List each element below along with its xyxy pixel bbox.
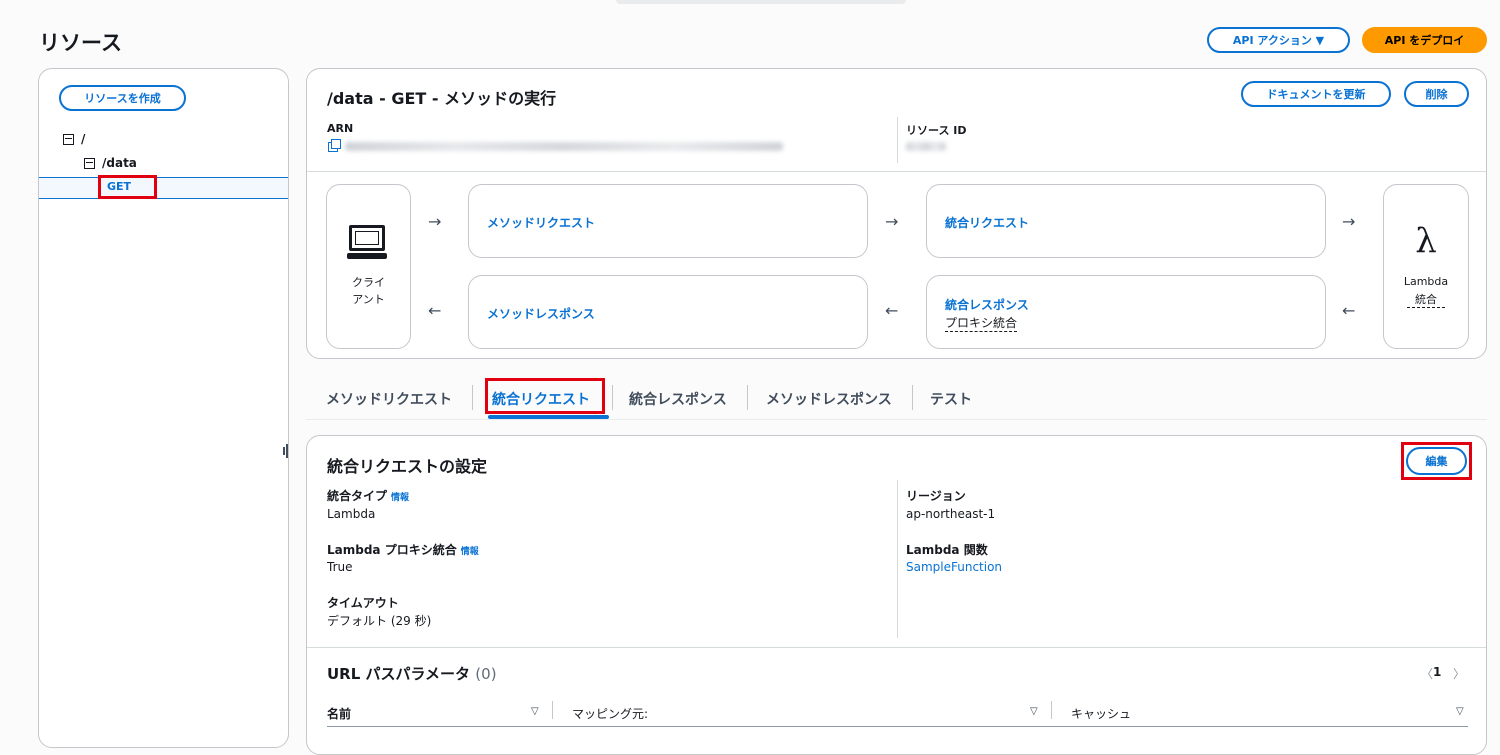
arn-label: ARN [327,122,354,135]
path-params-count: (0) [475,665,497,683]
column-header-cache[interactable]: キャッシュ [1071,705,1131,722]
tab-test[interactable]: テスト [930,389,972,409]
tab-separator [912,385,913,410]
column-header-name[interactable]: 名前 [327,705,351,722]
method-execution-card: /data - GET - メソッドの実行 ドキュメントを更新 削除 ARN リ… [306,68,1487,359]
path-params-title: URL パスパラメータ (0) [327,665,497,683]
table-header-line [327,726,1468,727]
tab-method-response[interactable]: メソッドレスポンス [766,389,892,409]
lambda-box: λ Lambda 統合 [1383,184,1469,349]
integration-settings-card: 統合リクエストの設定 編集 統合タイプ 情報 Lambda Lambda プロキシ… [306,435,1487,755]
arn-value-redacted [345,142,783,151]
tab-separator [612,385,613,410]
pagination-next-icon[interactable]: 〉 [1453,665,1465,682]
tree-item-label: / [81,132,86,146]
divider [307,647,1486,648]
lambda-proxy-value: True [327,560,353,574]
method-response-box: メソッドレスポンス [468,275,868,349]
delete-button[interactable]: 削除 [1404,81,1469,107]
tree-item-get-label[interactable]: GET [98,175,157,199]
sort-icon[interactable]: ▽ [1456,706,1464,717]
method-request-link[interactable]: メソッドリクエスト [487,214,595,231]
collapse-icon[interactable] [63,133,74,145]
arrow-left-icon: ← [1342,301,1356,320]
divider [897,117,898,163]
info-link[interactable]: 情報 [391,493,409,503]
method-title: /data - GET - メソッドの実行 [327,89,557,108]
page-title: リソース [39,31,122,55]
create-resource-button[interactable]: リソースを作成 [59,85,186,111]
lambda-integration-label: 統合 [1407,291,1445,308]
tab-method-request[interactable]: メソッドリクエスト [326,389,452,409]
timeout-value: デフォルト (29 秒) [327,614,432,628]
integration-response-link[interactable]: 統合レスポンス [945,296,1029,313]
divider [897,480,898,638]
integration-request-link[interactable]: 統合リクエスト [945,214,1029,231]
tab-integration-response[interactable]: 統合レスポンス [629,389,727,409]
tree-item-data[interactable]: /data [84,156,137,170]
top-strip [616,0,906,4]
settings-title: 統合リクエストの設定 [327,457,488,476]
integration-request-box: 統合リクエスト [926,184,1326,258]
resource-tree-panel: リソースを作成 / /data GET [38,68,289,748]
method-request-box: メソッドリクエスト [468,184,868,258]
lambda-icon: λ [1415,221,1437,261]
lambda-function-link[interactable]: SampleFunction [906,560,1002,574]
client-box: クライ アント [326,184,411,349]
column-header-mapping[interactable]: マッピング元: [572,705,648,722]
tree-item-label: /data [102,156,137,170]
client-label: クライ [352,276,385,289]
integration-type-value: Lambda [327,507,376,521]
tree-item-get[interactable]: GET [39,175,288,199]
resource-id-redacted [906,142,946,151]
integration-response-box: 統合レスポンス プロキシ統合 [926,275,1326,349]
arrow-right-icon: → [885,212,899,231]
region-label: リージョン [906,489,966,503]
lambda-label: Lambda [1403,275,1449,288]
column-divider [1051,701,1052,719]
pagination-page[interactable]: 1 [1433,665,1441,679]
arrow-right-icon: → [1342,212,1356,231]
column-divider [552,701,553,719]
resource-id-label: リソース ID [906,124,967,137]
info-link[interactable]: 情報 [461,547,479,557]
lambda-proxy-label: Lambda プロキシ統合 情報 [327,543,479,557]
edit-button[interactable]: 編集 [1406,447,1467,475]
lambda-function-label: Lambda 関数 [906,543,988,557]
arrow-left-icon: ← [885,301,899,320]
timeout-label: タイムアウト [327,596,399,610]
region-value: ap-northeast-1 [906,507,996,521]
api-actions-button[interactable]: API アクション ▼ [1207,27,1350,53]
arrow-right-icon: → [428,212,442,231]
sort-icon[interactable]: ▽ [1030,706,1038,717]
copy-icon[interactable] [328,139,341,152]
client-label: アント [352,293,385,306]
tab-separator [747,385,748,410]
pagination-prev-icon[interactable]: 〈 [1421,665,1433,682]
divider [307,171,1486,172]
sort-icon[interactable]: ▽ [531,706,539,717]
highlight-box [485,378,605,414]
arrow-left-icon: ← [428,301,442,320]
collapse-icon[interactable] [84,157,95,169]
tree-item-root[interactable]: / [63,132,85,146]
deploy-api-button[interactable]: API をデプロイ [1362,27,1487,53]
integration-type-label: 統合タイプ 情報 [327,489,410,503]
method-response-link[interactable]: メソッドレスポンス [487,305,595,322]
proxy-integration-label: プロキシ統合 [945,316,1018,332]
tab-separator [472,385,473,410]
tabs-divider [306,419,1487,420]
update-documentation-button[interactable]: ドキュメントを更新 [1241,81,1391,107]
computer-icon [347,225,387,261]
panel-resize-handle[interactable] [281,444,291,460]
